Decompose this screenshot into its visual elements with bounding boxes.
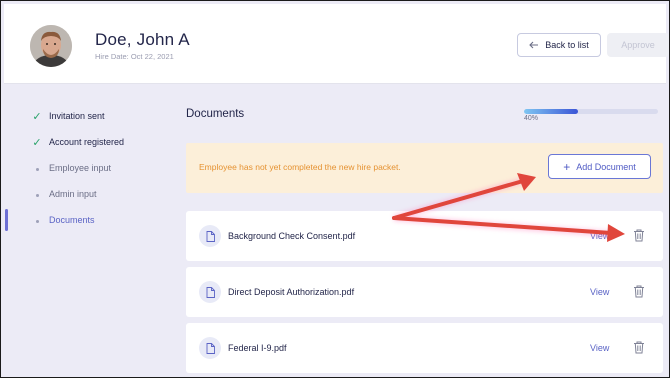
step-label: Employee input	[49, 163, 112, 173]
file-icon	[199, 281, 221, 303]
employee-header: Doe, John A Hire Date: Oct 22, 2021 Back…	[4, 4, 669, 84]
trash-icon[interactable]	[633, 341, 645, 354]
step-documents[interactable]: Documents	[31, 213, 95, 227]
document-name: Federal I-9.pdf	[228, 343, 287, 353]
add-document-label: Add Document	[576, 161, 636, 172]
avatar	[30, 25, 72, 67]
document-row: Background Check Consent.pdf View	[186, 211, 663, 261]
view-link[interactable]: View	[590, 287, 609, 297]
step-label: Documents	[49, 215, 95, 225]
trash-icon[interactable]	[633, 285, 645, 298]
arrow-left-icon	[529, 41, 539, 49]
file-icon	[199, 337, 221, 359]
approve-button[interactable]: Approve	[607, 33, 669, 57]
progress-percent: 40%	[524, 115, 539, 122]
bullet-icon	[31, 215, 43, 225]
step-label: Account registered	[49, 137, 125, 147]
step-label: Invitation sent	[49, 111, 105, 121]
document-row: Federal I-9.pdf View	[186, 323, 663, 373]
step-account-registered: ✓ Account registered	[31, 135, 124, 149]
document-name: Direct Deposit Authorization.pdf	[228, 287, 355, 297]
view-link[interactable]: View	[590, 231, 609, 241]
bullet-icon	[31, 163, 43, 173]
alert-message: Employee has not yet completed the new h…	[199, 162, 401, 172]
document-name: Background Check Consent.pdf	[228, 231, 356, 241]
view-link[interactable]: View	[590, 343, 609, 353]
back-to-list-button[interactable]: Back to list	[517, 33, 601, 57]
app-window: Doe, John A Hire Date: Oct 22, 2021 Back…	[0, 0, 670, 378]
document-row: Direct Deposit Authorization.pdf View	[186, 267, 663, 317]
file-icon	[199, 225, 221, 247]
employee-photo-icon	[30, 25, 72, 67]
check-icon: ✓	[32, 110, 42, 123]
trash-icon[interactable]	[633, 229, 645, 242]
bullet-icon	[31, 189, 43, 199]
back-to-list-label: Back to list	[545, 40, 589, 50]
employee-name: Doe, John A	[95, 30, 190, 49]
plus-icon: +	[563, 159, 571, 174]
incomplete-packet-alert: Employee has not yet completed the new h…	[186, 143, 663, 193]
step-invitation-sent: ✓ Invitation sent	[31, 109, 105, 123]
active-step-indicator	[5, 209, 8, 231]
step-label: Admin input	[49, 189, 97, 199]
progress-fill	[524, 109, 578, 114]
add-document-button[interactable]: + Add Document	[548, 154, 651, 179]
step-admin-input[interactable]: Admin input	[31, 187, 97, 201]
progress-bar	[524, 109, 658, 114]
check-icon: ✓	[32, 136, 42, 149]
section-title: Documents	[186, 108, 245, 120]
step-employee-input[interactable]: Employee input	[31, 161, 111, 175]
hire-date: Hire Date: Oct 22, 2021	[95, 52, 174, 61]
